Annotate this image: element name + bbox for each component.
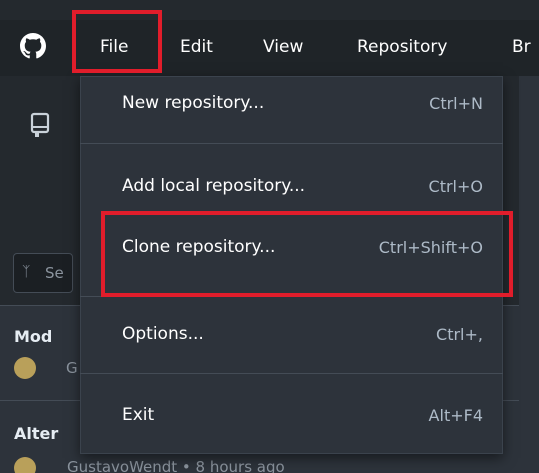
- github-octocat-icon[interactable]: [20, 33, 46, 59]
- shortcut-exit: Alt+F4: [428, 406, 483, 425]
- clone-repository-highlight-box: [101, 211, 513, 297]
- branch-filter-icon: ᛉ: [22, 264, 31, 280]
- file-menu-highlight-box: [72, 10, 162, 73]
- shortcut-options: Ctrl+,: [436, 325, 483, 344]
- commit-author: G: [66, 359, 78, 377]
- menu-separator: [80, 143, 503, 144]
- main-panel-edge: [519, 76, 539, 473]
- commit-meta: GustavoWendt • 8 hours ago: [67, 458, 285, 473]
- menu-item-options[interactable]: Options...: [122, 324, 204, 344]
- menu-item-exit[interactable]: Exit: [122, 405, 154, 425]
- avatar: [14, 457, 36, 473]
- avatar: [14, 357, 36, 379]
- shortcut-new-repository: Ctrl+N: [429, 94, 483, 113]
- repository-icon: [30, 112, 50, 137]
- github-desktop-window: File Edit View Repository Br ᛉ Se Mod G …: [0, 0, 539, 473]
- menu-edit[interactable]: Edit: [180, 36, 213, 58]
- commit-title[interactable]: Mod: [14, 327, 52, 346]
- shortcut-add-local-repository: Ctrl+O: [428, 177, 483, 196]
- menu-view[interactable]: View: [263, 36, 303, 58]
- menu-item-new-repository[interactable]: New repository...: [122, 93, 264, 113]
- menu-item-add-local-repository[interactable]: Add local repository...: [122, 176, 305, 196]
- menu-separator: [80, 373, 503, 374]
- menu-repository[interactable]: Repository: [357, 36, 447, 58]
- menu-branch[interactable]: Br: [512, 36, 531, 58]
- filter-placeholder: Se: [45, 264, 64, 282]
- commit-title[interactable]: Alter: [14, 424, 58, 443]
